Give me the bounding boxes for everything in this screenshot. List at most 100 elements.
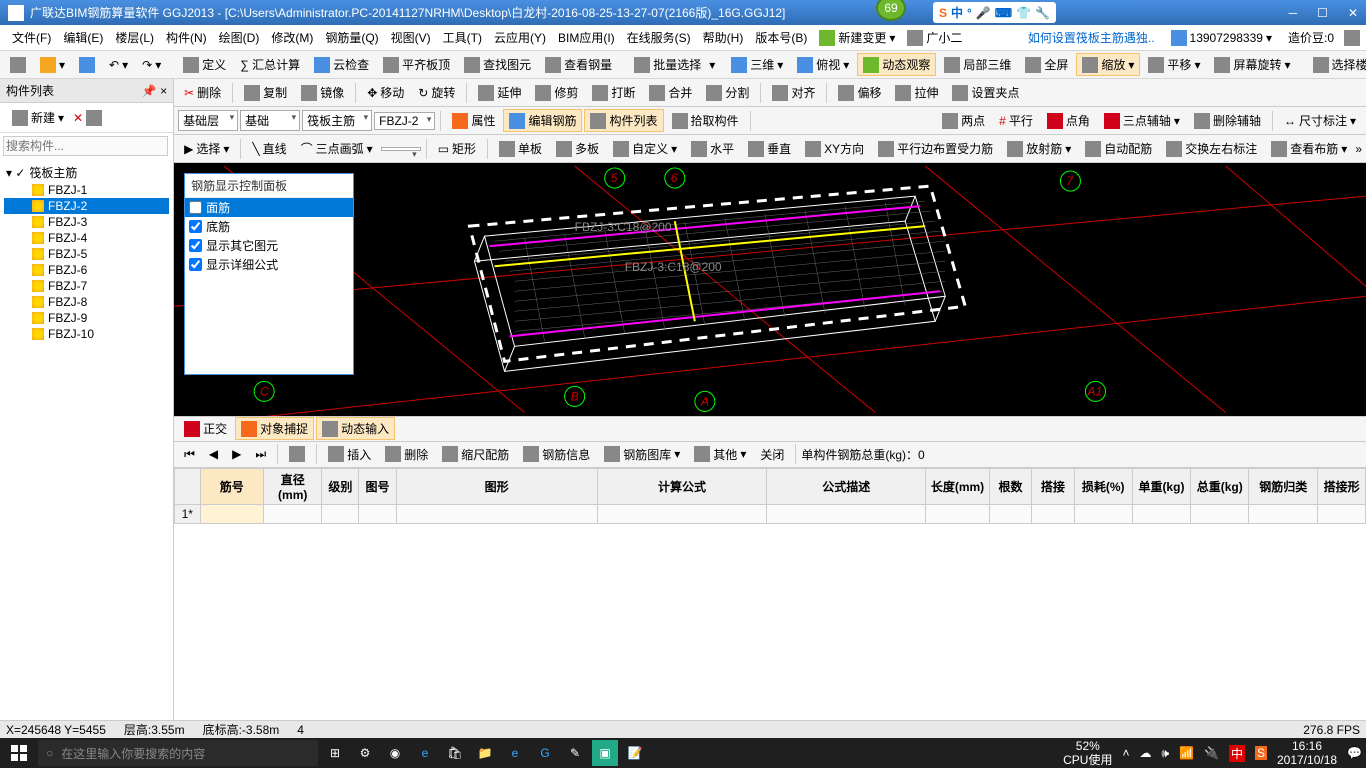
copy-button[interactable]: 复制 [238, 81, 293, 104]
task-ico-folder[interactable]: 📁 [472, 740, 498, 766]
para-button[interactable]: #平行 [993, 109, 1039, 132]
menu-component[interactable]: 构件(N) [160, 29, 213, 46]
single-button[interactable]: 单板 [493, 137, 548, 160]
first-button[interactable]: ⏮ [178, 444, 201, 465]
pan-button[interactable]: 平移▾ [1142, 53, 1206, 76]
tree-item[interactable]: FBZJ-3 [4, 214, 169, 230]
menu-view[interactable]: 视图(V) [385, 29, 437, 46]
arc-button[interactable]: ⌒三点画弧▾ [295, 137, 379, 160]
prev-button[interactable]: ◀ [203, 444, 224, 464]
zoom-button[interactable]: 缩放▾ [1076, 53, 1140, 76]
setpt-button[interactable]: 设置夹点 [946, 81, 1025, 104]
ortho-toggle[interactable]: 正交 [178, 417, 233, 440]
attr-button[interactable]: 属性 [446, 109, 501, 132]
delete-button[interactable]: ✂删除 [178, 81, 227, 104]
dim-button[interactable]: ↔尺寸标注▾ [1278, 109, 1362, 132]
open-file-button[interactable]: ▾ [34, 54, 71, 76]
batch-button[interactable]: 批量选择 [628, 53, 707, 76]
stretch-button[interactable]: 拉伸 [889, 81, 944, 104]
swap-button[interactable]: 交换左右标注 [1160, 137, 1263, 160]
rebar-display-panel[interactable]: 钢筋显示控制面板 面筋 底筋 显示其它图元 显示详细公式 [184, 173, 354, 375]
menu-bim[interactable]: BIM应用(I) [552, 29, 621, 46]
define-button[interactable]: 定义 [177, 53, 232, 76]
tree-item[interactable]: FBZJ-1 [4, 182, 169, 198]
complist-button[interactable]: 构件列表 [584, 109, 663, 132]
win-close[interactable]: ✕ [1348, 6, 1358, 20]
combo-item[interactable]: FBZJ-2 [374, 112, 435, 130]
delete2-button[interactable]: 删除 [379, 443, 434, 466]
offset-button[interactable]: 偏移 [832, 81, 887, 104]
viewport-3d[interactable]: 钢筋显示控制面板 面筋 底筋 显示其它图元 显示详细公式 [174, 163, 1366, 416]
merge-button[interactable]: 合并 [643, 81, 698, 104]
xy-button[interactable]: XY方向 [799, 137, 870, 160]
new-change-button[interactable]: 新建变更▾ [813, 26, 901, 49]
lib-button[interactable]: 钢筋图库▾ [598, 443, 686, 466]
taskbar-search[interactable]: ○在这里输入你要搜索的内容 [38, 740, 318, 766]
menu-modify[interactable]: 修改(M) [265, 29, 319, 46]
menu-floor[interactable]: 楼层(L) [109, 29, 160, 46]
task-ico-edge[interactable]: e [412, 740, 438, 766]
insert-button[interactable]: 插入 [322, 443, 377, 466]
delaux-button[interactable]: 删除辅轴 [1188, 109, 1267, 132]
mirror-button[interactable]: 镜像 [295, 81, 350, 104]
windows-taskbar[interactable]: ○在这里输入你要搜索的内容 ⊞ ⚙ ◉ e 🛍 📁 e G ✎ ▣ 📝 52%C… [0, 738, 1366, 768]
tree-item[interactable]: FBZJ-9 [4, 310, 169, 326]
split-button[interactable]: 分割 [700, 81, 755, 104]
tree-item[interactable]: FBZJ-7 [4, 278, 169, 294]
vert-button[interactable]: 垂直 [742, 137, 797, 160]
systray[interactable]: 52%CPU使用 ˄☁🕪📶🔌中S 16:162017/10/18 💬 [1063, 739, 1362, 768]
combo-type[interactable]: 基础 [240, 110, 300, 131]
menu-help[interactable]: 帮助(H) [697, 29, 750, 46]
help-link[interactable]: 如何设置筏板主筋遇独.. [1028, 29, 1155, 46]
last-button[interactable]: ⏭ [249, 444, 272, 465]
task-ico-1[interactable]: ⚙ [352, 740, 378, 766]
search-input[interactable] [3, 136, 168, 156]
tree-item[interactable]: FBZJ-10 [4, 326, 169, 342]
other-button[interactable]: 其他▾ [688, 443, 752, 466]
info-button[interactable]: 钢筋信息 [517, 443, 596, 466]
menu-edit[interactable]: 编辑(E) [57, 29, 109, 46]
menu-version[interactable]: 版本号(B) [749, 29, 813, 46]
menu-online[interactable]: 在线服务(S) [621, 29, 697, 46]
editsteel-button[interactable]: 编辑钢筋 [503, 109, 582, 132]
copy-icon[interactable] [86, 110, 102, 126]
selfloor-button[interactable]: 选择楼层 [1307, 53, 1366, 76]
twopt-button[interactable]: 两点 [936, 109, 991, 132]
find-button[interactable]: 查找图元 [458, 53, 537, 76]
ptang-button[interactable]: 点角 [1041, 109, 1096, 132]
scale-button[interactable]: 缩尺配筋 [436, 443, 515, 466]
menu-file[interactable]: 文件(F) [6, 29, 57, 46]
task-ico-store[interactable]: 🛍 [442, 740, 468, 766]
menu-cloud[interactable]: 云应用(Y) [488, 29, 552, 46]
pick-button[interactable]: 拾取构件 [666, 109, 745, 132]
select-button[interactable]: ▶选择▾ [178, 137, 235, 160]
task-ico-app[interactable]: ▣ [592, 740, 618, 766]
align-button[interactable]: 对齐 [766, 81, 821, 104]
save-button[interactable] [73, 54, 101, 76]
menu-tool[interactable]: 工具(T) [437, 29, 488, 46]
dynin-toggle[interactable]: 动态输入 [316, 417, 395, 440]
opt-top[interactable]: 面筋 [185, 198, 353, 217]
menu-draw[interactable]: 绘图(D) [213, 29, 266, 46]
rect-button[interactable]: ▭矩形 [432, 137, 482, 160]
redo-button[interactable]: ↷▾ [136, 55, 167, 75]
tree-item[interactable]: FBZJ-6 [4, 262, 169, 278]
tree-root[interactable]: ▾ ✓ 筏板主筋 [4, 163, 169, 182]
viewsteel-button[interactable]: 查看钢量 [539, 53, 618, 76]
task-ico-7[interactable]: ✎ [562, 740, 588, 766]
auto-button[interactable]: 自动配筋 [1079, 137, 1158, 160]
fullscreen-button[interactable]: 全屏 [1019, 53, 1074, 76]
start-button[interactable] [4, 740, 34, 766]
opt-detail[interactable]: 显示详细公式 [185, 255, 353, 274]
empty-combo[interactable] [381, 147, 421, 151]
rotate2-button[interactable]: ↻旋转 [412, 81, 461, 104]
new-file-button[interactable] [4, 54, 32, 76]
multi-button[interactable]: 多板 [550, 137, 605, 160]
undo-button[interactable]: ↶▾ [103, 55, 134, 75]
opt-other[interactable]: 显示其它图元 [185, 236, 353, 255]
tree-item[interactable]: FBZJ-4 [4, 230, 169, 246]
snap-toggle[interactable]: 对象捕捉 [235, 417, 314, 440]
row-1[interactable]: 1* [175, 504, 200, 523]
break-button[interactable]: 打断 [586, 81, 641, 104]
horiz-button[interactable]: 水平 [685, 137, 740, 160]
